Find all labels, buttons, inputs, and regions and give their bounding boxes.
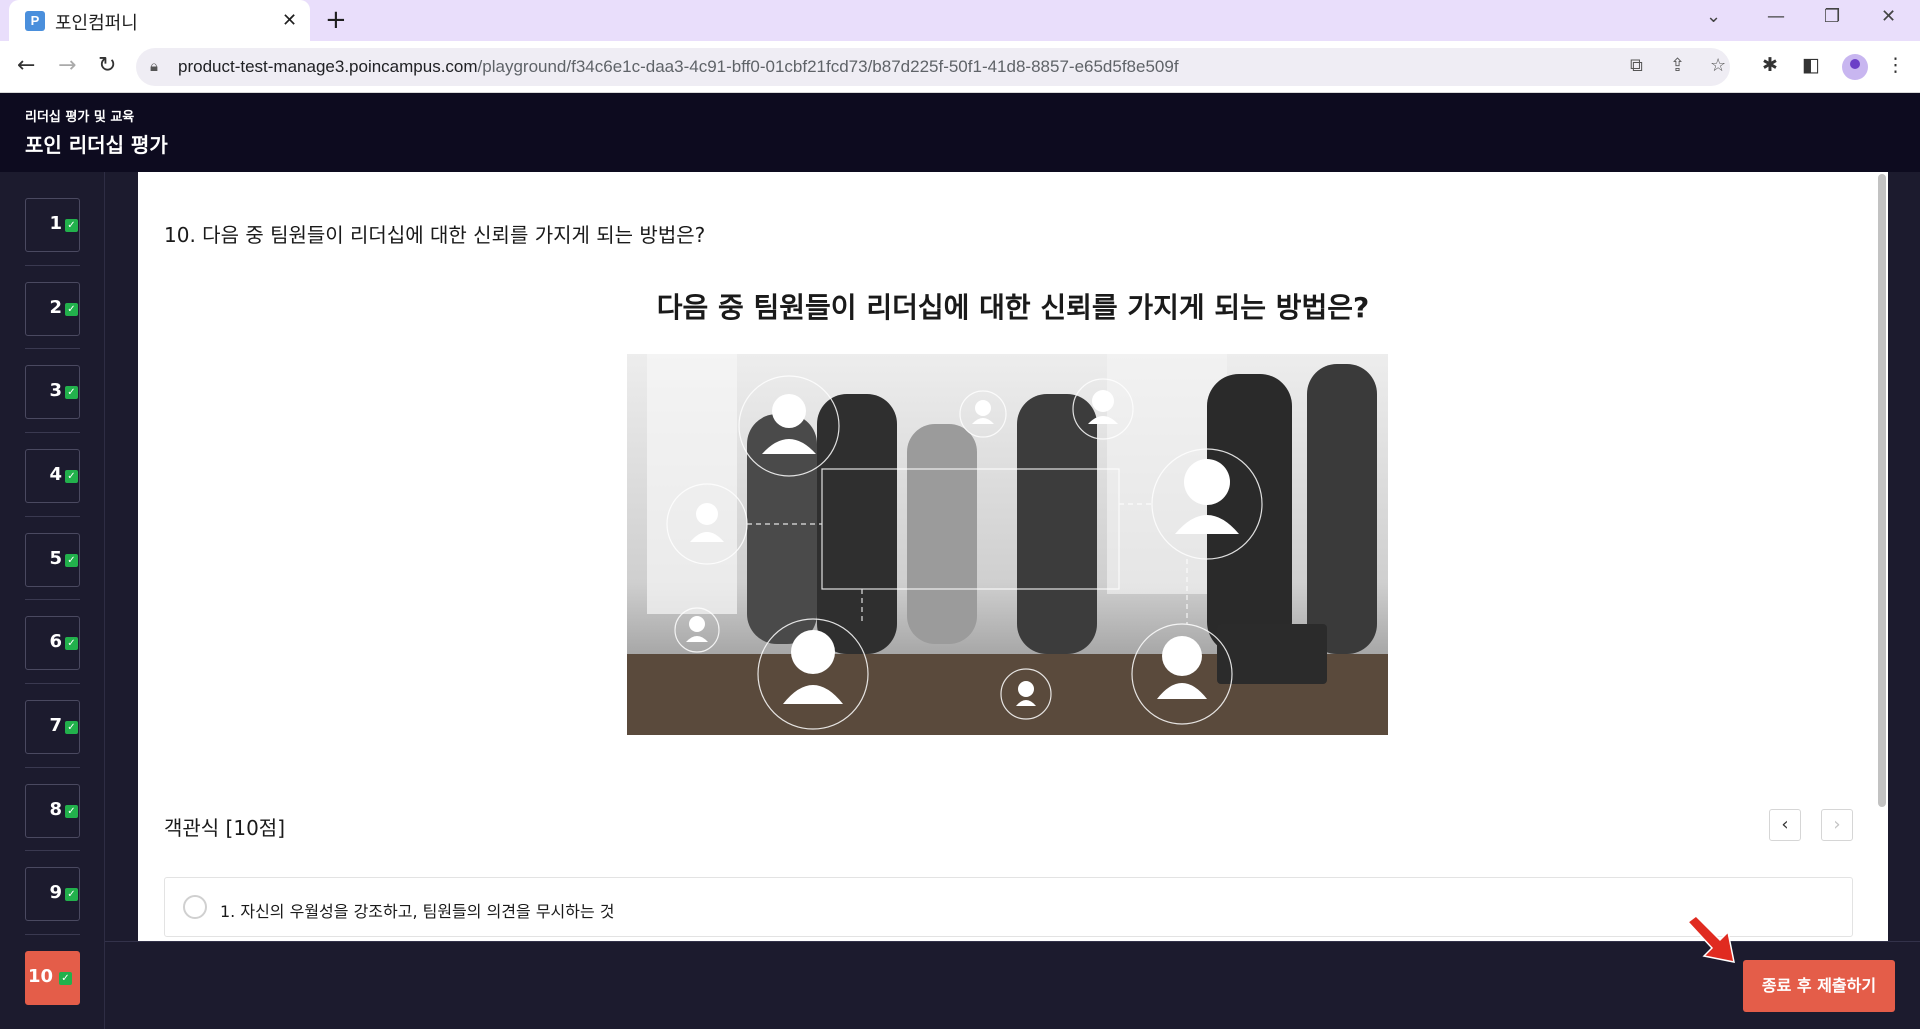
close-tab-icon[interactable]: ✕ [282, 10, 297, 31]
browser-toolbar: ← → ↻ 🔒︎ product-test-manage3.poincampus… [0, 41, 1920, 93]
business-people-network-illustration [627, 354, 1388, 735]
answer-option-label: 1. 자신의 우월성을 강조하고, 팀원들의 의견을 무시하는 것 [220, 902, 615, 921]
question-nav-item-active[interactable]: 10 ✓ [25, 951, 80, 1005]
question-nav-sidebar: 1 ✓ 2 ✓ 3 ✓ 4 ✓ 5 ✓ 6 ✓ 7 ✓ 8 ✓ 9 ✓ 10 ✓ [0, 172, 105, 1029]
question-nav-item[interactable]: 1 ✓ [25, 198, 80, 252]
checkmark-icon: ✓ [65, 470, 78, 483]
question-nav-item[interactable]: 3 ✓ [25, 365, 80, 419]
question-number: 6 [49, 631, 62, 652]
question-number: 1 [49, 213, 62, 234]
answer-option[interactable]: 1. 자신의 우월성을 강조하고, 팀원들의 의견을 무시하는 것 [164, 877, 1853, 937]
next-question-button[interactable]: › [1821, 809, 1853, 841]
profile-avatar[interactable] [1842, 54, 1868, 80]
forward-icon[interactable]: → [58, 53, 76, 78]
side-panel-icon[interactable]: ◧ [1802, 54, 1820, 76]
question-nav-item[interactable]: 7 ✓ [25, 700, 80, 754]
checkmark-icon: ✓ [65, 303, 78, 316]
chevron-left-icon: ‹ [1781, 814, 1789, 835]
question-nav-item[interactable]: 8 ✓ [25, 784, 80, 838]
divider [25, 599, 80, 600]
checkmark-icon: ✓ [65, 637, 78, 650]
checkmark-icon: ✓ [65, 219, 78, 232]
checkmark-icon: ✓ [65, 554, 78, 567]
content-scrollbar[interactable] [1878, 174, 1886, 807]
favicon-icon: P [25, 11, 45, 31]
question-number: 8 [49, 799, 62, 820]
divider [25, 432, 80, 433]
checkmark-icon: ✓ [65, 888, 78, 901]
reload-icon[interactable]: ↻ [98, 53, 116, 78]
app-header: 리더십 평가 및 교육 포인 리더십 평가 [0, 93, 1920, 172]
divider [25, 683, 80, 684]
close-window-icon[interactable]: ✕ [1881, 6, 1896, 27]
app-subtitle: 리더십 평가 및 교육 [25, 110, 135, 125]
bookmark-star-icon[interactable]: ☆ [1710, 55, 1726, 76]
back-icon[interactable]: ← [17, 53, 35, 78]
share-icon[interactable]: ⇪ [1670, 55, 1685, 76]
divider [25, 265, 80, 266]
app-title: 포인 리더십 평가 [25, 133, 168, 157]
browser-tab-bar: P 포인컴퍼니 ✕ + ⌄ — ❐ ✕ [0, 0, 1920, 41]
prev-question-button[interactable]: ‹ [1769, 809, 1801, 841]
tab-search-icon[interactable]: ⌄ [1706, 6, 1721, 27]
open-external-icon[interactable]: ⧉ [1630, 55, 1643, 76]
menu-icon[interactable]: ⋮ [1886, 54, 1905, 76]
red-arrow-annotation-icon [1686, 916, 1735, 963]
question-number: 4 [49, 464, 62, 485]
url-host: product-test-manage3.poincampus.com [178, 57, 478, 76]
checkmark-icon: ✓ [65, 721, 78, 734]
checkmark-icon: ✓ [65, 805, 78, 818]
question-number: 7 [49, 715, 62, 736]
extensions-icon[interactable]: ✱ [1762, 54, 1778, 76]
question-number: 10 [27, 966, 53, 987]
url-text[interactable]: product-test-manage3.poincampus.com/play… [178, 57, 1179, 77]
restore-icon[interactable]: ❐ [1824, 6, 1840, 27]
submit-button[interactable]: 종료 후 제출하기 [1743, 960, 1895, 1012]
footer-bar [105, 941, 1920, 1029]
divider [25, 348, 80, 349]
question-type-label: 객관식 [10점] [164, 816, 286, 840]
divider [25, 516, 80, 517]
address-bar[interactable]: 🔒︎ product-test-manage3.poincampus.com/p… [136, 48, 1730, 86]
question-nav-item[interactable]: 4 ✓ [25, 449, 80, 503]
question-number: 9 [49, 882, 62, 903]
chevron-right-icon: › [1833, 814, 1841, 835]
question-image [627, 354, 1388, 735]
question-number: 5 [49, 548, 62, 569]
question-title: 다음 중 팀원들이 리더십에 대한 신뢰를 가지게 되는 방법은? [656, 291, 1370, 324]
checkmark-icon: ✓ [65, 386, 78, 399]
divider [25, 767, 80, 768]
browser-tab[interactable]: P 포인컴퍼니 ✕ [9, 0, 310, 41]
divider [25, 934, 80, 935]
divider [25, 850, 80, 851]
radio-button[interactable] [183, 895, 207, 919]
question-content: 10. 다음 중 팀원들이 리더십에 대한 신뢰를 가지게 되는 방법은? 다음… [138, 172, 1888, 941]
question-nav-item[interactable]: 2 ✓ [25, 282, 80, 336]
question-header: 10. 다음 중 팀원들이 리더십에 대한 신뢰를 가지게 되는 방법은? [164, 223, 706, 247]
new-tab-icon[interactable]: + [325, 5, 347, 35]
question-nav-item[interactable]: 6 ✓ [25, 616, 80, 670]
question-nav-item[interactable]: 5 ✓ [25, 533, 80, 587]
question-number: 3 [49, 380, 62, 401]
url-path: /playground/f34c6e1c-daa3-4c91-bff0-01cb… [477, 57, 1179, 76]
checkmark-icon: ✓ [59, 972, 72, 985]
tab-title: 포인컴퍼니 [55, 13, 138, 34]
question-nav-item[interactable]: 9 ✓ [25, 867, 80, 921]
lock-icon: 🔒︎ [150, 57, 158, 75]
minimize-icon[interactable]: — [1767, 6, 1785, 27]
question-number: 2 [49, 297, 62, 318]
